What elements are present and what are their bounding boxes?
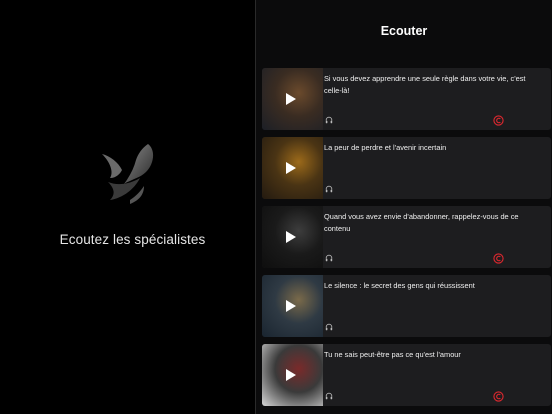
audio-list: Si vous devez apprendre une seule règle … xyxy=(262,68,552,413)
headphones-icon xyxy=(325,392,333,400)
page-title: Ecouter xyxy=(380,24,428,38)
bottom-bar xyxy=(256,409,552,414)
play-icon[interactable] xyxy=(286,369,296,381)
premium-badge-icon xyxy=(493,391,504,402)
audio-thumbnail[interactable] xyxy=(262,344,323,406)
headphones-icon xyxy=(325,185,333,193)
tagline: Ecoutez les spécialistes xyxy=(59,232,206,247)
headphones-icon xyxy=(325,116,333,124)
splash-pane: Ecoutez les spécialistes xyxy=(0,0,255,414)
listen-pane: Ecouter Si vous devez apprendre une seul… xyxy=(256,0,552,414)
audio-title: Tu ne sais peut-être pas ce qu'est l'amo… xyxy=(324,350,461,359)
play-icon[interactable] xyxy=(286,162,296,174)
premium-badge-icon xyxy=(493,115,504,126)
audio-title: Le silence : le secret des gens qui réus… xyxy=(324,281,475,290)
audio-title: La peur de perdre et l'avenir incertain xyxy=(324,143,447,152)
play-icon[interactable] xyxy=(286,93,296,105)
headphones-icon xyxy=(325,323,333,331)
audio-card[interactable]: La peur de perdre et l'avenir incertain xyxy=(262,137,551,199)
audio-card[interactable]: Quand vous avez envie d'abandonner, rapp… xyxy=(262,206,551,268)
audio-card[interactable]: Tu ne sais peut-être pas ce qu'est l'amo… xyxy=(262,344,551,406)
audio-thumbnail[interactable] xyxy=(262,275,323,337)
audio-thumbnail[interactable] xyxy=(262,68,323,130)
premium-badge-icon xyxy=(493,253,504,264)
audio-title: Quand vous avez envie d'abandonner, rapp… xyxy=(324,212,519,233)
audio-thumbnail[interactable] xyxy=(262,206,323,268)
headphones-icon xyxy=(325,254,333,262)
play-icon[interactable] xyxy=(286,231,296,243)
audio-title: Si vous devez apprendre une seule règle … xyxy=(324,74,526,95)
audio-card[interactable]: Si vous devez apprendre une seule règle … xyxy=(262,68,551,130)
bird-logo-icon xyxy=(102,144,154,204)
audio-card[interactable]: Le silence : le secret des gens qui réus… xyxy=(262,275,551,337)
play-icon[interactable] xyxy=(286,300,296,312)
audio-thumbnail[interactable] xyxy=(262,137,323,199)
